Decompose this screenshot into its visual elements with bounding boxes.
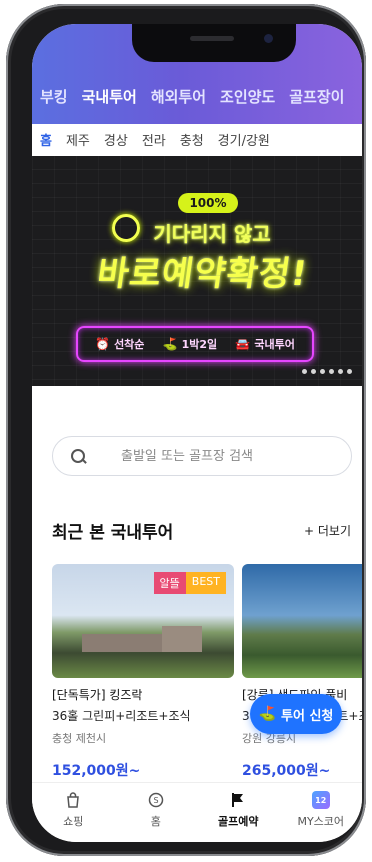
tag-group: 알뜰 BEST [153, 572, 226, 594]
tour-card[interactable]: 프 [강릉] 샌드파인 풀비 36홀 그린피+리조트+조식 강원 강릉시 265… [242, 564, 362, 780]
golf-flag-icon [229, 791, 247, 809]
carousel-dot[interactable] [320, 369, 325, 374]
carousel-dot[interactable] [338, 369, 343, 374]
region-tabs: 홈 제주 경상 전라 충청 경기/강원 [32, 124, 362, 160]
carousel-dot[interactable] [302, 369, 307, 374]
camera-icon [264, 34, 273, 43]
tab-chungcheong[interactable]: 충청 [180, 124, 204, 160]
device-notch [132, 24, 296, 62]
banner-feature-pill: ⏰ 선착순 ⛳ 1박2일 🚘 국내투어 [76, 326, 314, 362]
app-screen: 부킹 국내투어 해외투어 조인양도 골프장이 홈 제주 경상 전라 충청 경기/… [32, 24, 362, 842]
tab-join-transfer[interactable]: 조인양도 [220, 80, 275, 114]
carousel-dots[interactable] [302, 369, 352, 374]
clubhouse-image [162, 626, 202, 652]
nav-golf-booking[interactable]: 골프예약 [204, 791, 272, 842]
pill-label: 1박2일 [181, 338, 218, 351]
home-icon: S [147, 791, 165, 809]
tour-request-label: 투어 신청 [281, 708, 334, 724]
tab-home[interactable]: 홈 [40, 124, 52, 160]
nav-label: MY스코어 [297, 815, 345, 828]
percent-badge: 100% [178, 193, 238, 213]
nav-home[interactable]: S 홈 [122, 791, 190, 842]
tour-card-image: 알뜰 BEST [52, 564, 234, 678]
speaker-grille [190, 36, 234, 41]
recent-tour-list: 알뜰 BEST [단독특가] 킹즈락 36홀 그린피+리조트+조식 충청 제천시… [52, 564, 362, 784]
search-bar[interactable] [52, 436, 352, 476]
tour-card-title: [단독특가] 킹즈락 [52, 688, 143, 702]
banner-headline-1: 기다리지 않고 [153, 222, 271, 246]
section-title: 최근 본 국내투어 [52, 523, 174, 543]
tab-jeolla[interactable]: 전라 [142, 124, 166, 160]
nav-label: 골프예약 [218, 815, 259, 828]
my-score-icon: 12 [311, 791, 330, 809]
shopping-bag-icon [64, 791, 82, 809]
pill-label: 선착순 [114, 338, 145, 351]
tab-gyeonggi-gangwon[interactable]: 경기/강원 [218, 124, 270, 160]
tour-card-image: 프 [242, 564, 362, 678]
alarm-icon: ⏰ [95, 337, 111, 351]
tour-request-button[interactable]: ⛳ 투어 신청 [250, 694, 342, 734]
more-link[interactable]: + 더보기 [304, 522, 351, 539]
golf-flag-icon: ⛳ [162, 337, 178, 351]
search-icon[interactable] [71, 449, 85, 463]
nav-label: 쇼핑 [63, 815, 84, 828]
tour-card-subtitle: 36홀 그린피+리조트+조식 [52, 709, 191, 723]
pill-item-first-come: ⏰ 선착순 [95, 336, 144, 352]
tab-booking[interactable]: 부킹 [40, 80, 68, 114]
nav-label: 홈 [150, 815, 161, 828]
tour-card-price: 152,000원~ [52, 763, 141, 779]
tour-card[interactable]: 알뜰 BEST [단독특가] 킹즈락 36홀 그린피+리조트+조식 충청 제천시… [52, 564, 234, 780]
carousel-dot[interactable] [329, 369, 334, 374]
phone-frame: 부킹 국내투어 해외투어 조인양도 골프장이 홈 제주 경상 전라 충청 경기/… [6, 4, 366, 856]
car-icon: 🚘 [235, 337, 251, 351]
top-category-tabs: 부킹 국내투어 해외투어 조인양도 골프장이 [32, 80, 362, 114]
svg-text:S: S [153, 796, 158, 805]
tab-gyeongsang[interactable]: 경상 [104, 124, 128, 160]
banner-headline-2: 바로예약확정! [94, 254, 311, 294]
bottom-navigation: 쇼핑 S 홈 골프예약 12 MY스코어 [32, 782, 362, 842]
tab-overseas-tour[interactable]: 해외투어 [151, 80, 206, 114]
carousel-dot[interactable] [347, 369, 352, 374]
nav-my-score[interactable]: 12 MY스코어 [287, 791, 355, 842]
tab-jeju[interactable]: 제주 [66, 124, 90, 160]
best-tag: BEST [185, 572, 226, 594]
pill-item-domestic-tour: 🚘 국내투어 [235, 336, 294, 352]
promo-banner[interactable]: 100% 기다리지 않고 바로예약확정! ⏰ 선착순 ⛳ 1박2일 🚘 국내투어 [32, 156, 362, 386]
pill-label: 국내투어 [254, 338, 295, 351]
tab-domestic-tour[interactable]: 국내투어 [82, 80, 137, 114]
sale-tag: 알뜰 [153, 572, 186, 594]
tour-card-price: 265,000원~ [242, 763, 331, 779]
tab-golf-course[interactable]: 골프장이 [289, 80, 344, 114]
search-input[interactable] [121, 448, 321, 464]
golf-tee-icon: ⛳ [258, 706, 277, 722]
pill-item-2-days: ⛳ 1박2일 [163, 336, 218, 352]
carousel-dot[interactable] [311, 369, 316, 374]
nav-shopping[interactable]: 쇼핑 [39, 791, 107, 842]
tour-card-location: 충청 제천시 [52, 732, 107, 745]
